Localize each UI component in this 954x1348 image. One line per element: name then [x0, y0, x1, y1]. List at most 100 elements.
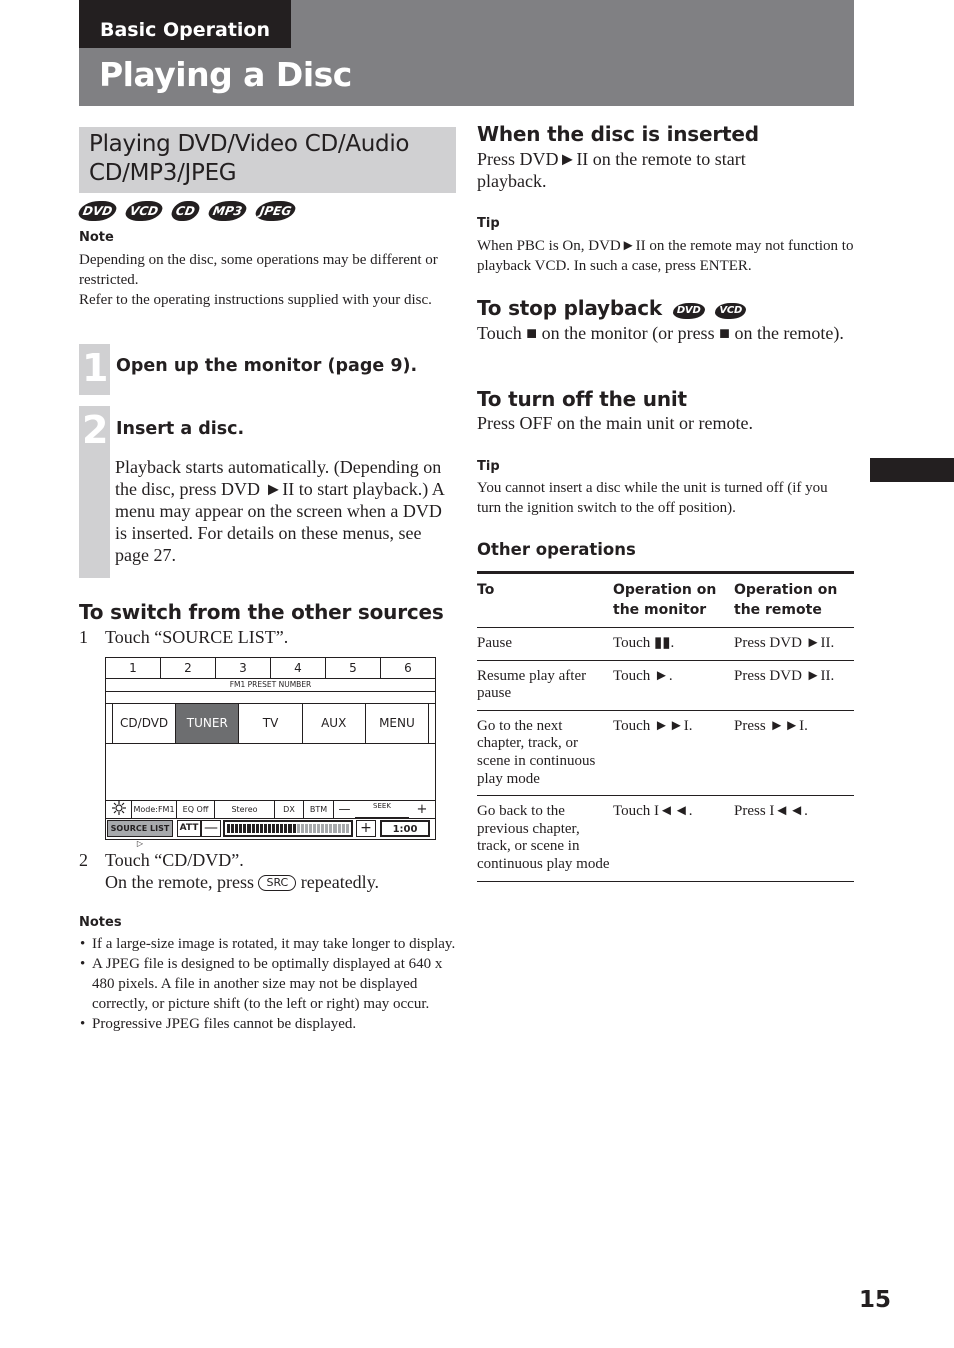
settings-gear-icon[interactable] [106, 801, 132, 818]
cell-monitor: Touch ▮▮. [613, 627, 734, 661]
volume-segment [321, 824, 325, 833]
source-cd-dvd-button[interactable]: CD/DVD [113, 704, 177, 743]
volume-segment [251, 824, 255, 833]
volume-segment [231, 824, 235, 833]
eq-button[interactable]: EQ Off [177, 801, 215, 818]
section-label: Basic Operation [100, 19, 271, 41]
cell-action: Go back to the previous chapter, track, … [477, 795, 613, 882]
step-1-number: 1 [82, 346, 109, 390]
cell-action: Pause [477, 627, 613, 661]
step-2-number: 2 [82, 408, 109, 452]
preset-button-5[interactable]: 5 [326, 658, 381, 678]
tip-1-text: When PBC is On, DVD►II on the remote may… [477, 238, 854, 274]
volume-segment [341, 824, 345, 833]
volume-segment [243, 824, 247, 833]
src-key-icon: SRC [258, 875, 297, 891]
source-row-edge-left [106, 704, 113, 743]
other-operations-heading: Other operations [477, 540, 636, 559]
column-header-remote: Operation on the remote [734, 572, 854, 628]
disc-inserted-text: Press DVD►II on the remote to start play… [477, 149, 746, 191]
volume-segment [317, 824, 321, 833]
source-tuner-button[interactable]: TUNER [176, 704, 240, 743]
time-display: 1:00 [380, 820, 430, 837]
remote-instruction: On the remote, press SRC repeatedly. [105, 871, 379, 893]
volume-segment [267, 824, 272, 833]
cell-remote: Press DVD ►II. [734, 660, 854, 711]
turn-off-text: Press OFF on the main unit or remote. [477, 413, 753, 433]
table-row: Resume play after pause Touch ►. Press D… [477, 660, 854, 711]
notes-list: If a large-size image is rotated, it may… [79, 934, 459, 1034]
source-menu-button[interactable]: MENU [366, 704, 428, 743]
table-row: Go back to the previous chapter, track, … [477, 795, 854, 882]
stop-playback-text: Touch ■ on the monitor (or press ■ on th… [477, 323, 844, 343]
disc-inserted-heading: When the disc is inserted [477, 122, 759, 146]
seek-plus-button[interactable]: + [409, 801, 435, 818]
switch-step-2-number: 2 [79, 850, 88, 870]
volume-segment [280, 824, 284, 833]
table-header-row: To Operation on the monitor Operation on… [477, 572, 854, 628]
note-item: Progressive JPEG files cannot be display… [79, 1014, 459, 1034]
dvd-logo-icon: DVD [77, 201, 118, 221]
source-row-edge-right [428, 704, 435, 743]
note-item: A JPEG file is designed to be optimally … [79, 954, 459, 1014]
seek-label: SEEK [355, 801, 409, 818]
volume-segment [312, 824, 317, 833]
preset-button-1[interactable]: 1 [106, 658, 161, 678]
volume-segment [300, 824, 304, 833]
subsection-banner: Playing DVD/Video CD/Audio CD/MP3/JPEG [79, 127, 456, 193]
seek-minus-button[interactable]: — [334, 801, 355, 818]
note-text-1: Depending on the disc, some operations m… [79, 252, 438, 288]
stereo-button[interactable]: Stereo [215, 801, 275, 818]
other-operations-table: To Operation on the monitor Operation on… [477, 571, 854, 882]
table-row: Pause Touch ▮▮. Press DVD ►II. [477, 627, 854, 661]
source-aux-button[interactable]: AUX [303, 704, 366, 743]
preset-button-3[interactable]: 3 [216, 658, 271, 678]
remote-suffix: repeatedly. [300, 872, 380, 892]
switch-sources-heading: To switch from the other sources [79, 600, 444, 624]
tip-2-text: You cannot insert a disc while the unit … [477, 480, 828, 516]
volume-segment [247, 824, 251, 833]
dx-button[interactable]: DX [275, 801, 304, 818]
table-row: Go to the next chapter, track, or scene … [477, 710, 854, 797]
source-list-button[interactable]: SOURCE LIST ▷ [107, 820, 173, 848]
note-text-2: Refer to the operating instructions supp… [79, 292, 432, 308]
column-header-monitor: Operation on the monitor [613, 572, 734, 628]
disc-format-icons: DVD VCD CD MP3 JPEG [77, 201, 298, 221]
status-row: Mode:FM1 EQ Off Stereo DX BTM — SEEK + [106, 801, 435, 819]
preset-row: 1 2 3 4 5 6 [106, 658, 435, 679]
vcd-logo-icon: VCD [124, 201, 165, 221]
volume-segment [263, 824, 267, 833]
stop-playback-title: To stop playback [477, 296, 663, 320]
volume-down-button[interactable]: — [201, 820, 221, 837]
preset-button-4[interactable]: 4 [271, 658, 326, 678]
volume-bar[interactable] [223, 820, 353, 837]
volume-up-button[interactable]: + [356, 820, 376, 837]
volume-segment [288, 824, 292, 833]
screen-spacer [106, 692, 435, 704]
volume-segment [292, 824, 296, 833]
mode-button[interactable]: Mode:FM1 [132, 801, 177, 818]
volume-segment [284, 824, 288, 833]
switch-step-1-number: 1 [79, 627, 88, 647]
preset-label: FM1 PRESET NUMBER [106, 679, 435, 692]
volume-segment [235, 824, 239, 833]
vcd-logo-icon: VCD [715, 303, 747, 319]
preset-button-2[interactable]: 2 [161, 658, 216, 678]
preset-button-6[interactable]: 6 [381, 658, 435, 678]
turn-off-heading: To turn off the unit [477, 387, 687, 411]
volume-segment [276, 824, 280, 833]
section-tab: Basic Operation [79, 0, 291, 48]
volume-segment [325, 824, 329, 833]
mp3-logo-icon: MP3 [207, 201, 248, 221]
volume-segment [329, 824, 333, 833]
source-tv-button[interactable]: TV [239, 704, 303, 743]
volume-segment [304, 824, 308, 833]
btm-button[interactable]: BTM [304, 801, 334, 818]
source-row: CD/DVD TUNER TV AUX MENU [106, 704, 435, 744]
notes-label: Notes [79, 915, 122, 930]
att-button[interactable]: ATT [177, 820, 201, 837]
note-label: Note [79, 230, 114, 245]
cell-monitor: Touch ►. [613, 660, 734, 711]
volume-segment [255, 824, 259, 833]
tip-2-label: Tip [477, 459, 500, 474]
